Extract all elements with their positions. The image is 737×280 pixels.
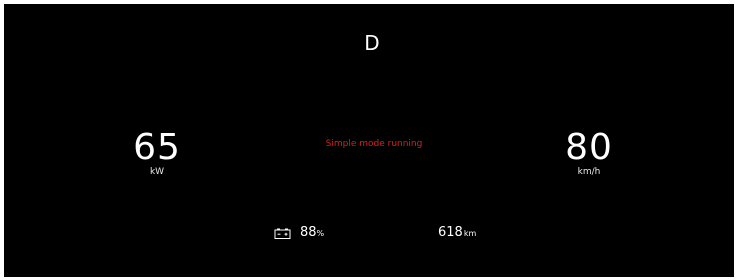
battery-percent-text: 88%	[300, 225, 324, 242]
gear-indicator: D	[364, 31, 380, 55]
battery-percent-unit: %	[316, 228, 325, 238]
power-value: 65	[133, 127, 181, 168]
range-readout: 618 km	[438, 225, 476, 241]
power-readout: 65 kW	[122, 127, 192, 178]
range-value: 618	[438, 225, 463, 240]
speed-unit: km/h	[577, 167, 601, 177]
battery-icon	[274, 228, 291, 239]
speed-readout: 80 km/h	[554, 127, 624, 178]
speed-value: 80	[565, 127, 613, 168]
battery-percent-value: 88	[300, 224, 317, 240]
range-unit: km	[463, 229, 477, 238]
power-unit: kW	[149, 167, 165, 177]
mode-status-message: Simple mode running	[325, 139, 423, 149]
battery-status: 88%	[274, 225, 324, 241]
instrument-cluster: D 65 kW Simple mode running 80 km/h 88% …	[4, 4, 734, 277]
